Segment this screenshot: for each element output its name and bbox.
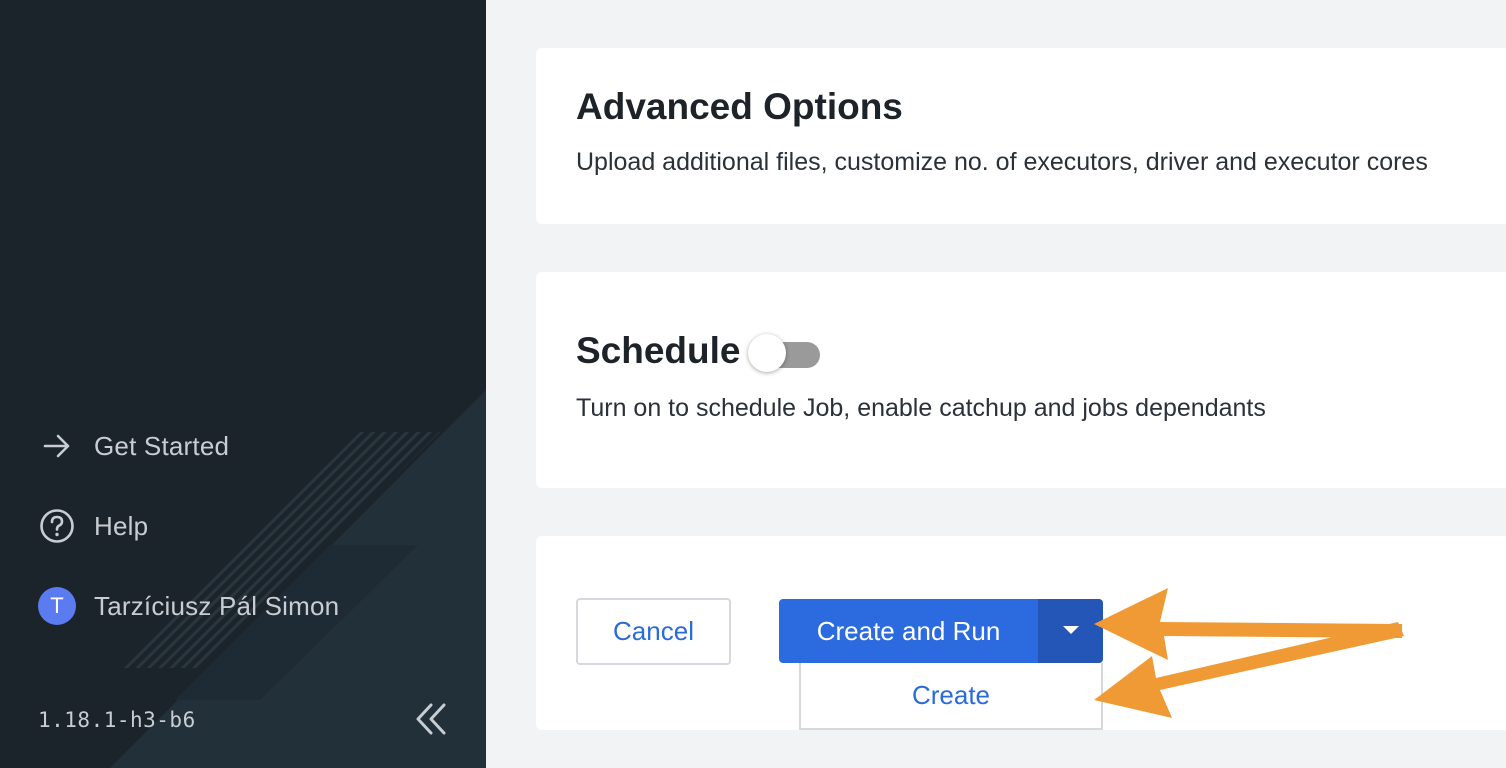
menu-item-create[interactable]: Create: [912, 680, 990, 711]
advanced-options-card[interactable]: Advanced Options Upload additional files…: [536, 48, 1506, 224]
sidebar: Get Started Help T Tarzíciusz Pál Simon …: [0, 0, 486, 768]
create-and-run-button[interactable]: Create and Run: [779, 599, 1038, 663]
collapse-sidebar-button[interactable]: [406, 696, 456, 746]
sidebar-item-label: Help: [94, 510, 149, 541]
schedule-description: Turn on to schedule Job, enable catchup …: [576, 394, 1266, 422]
create-split-button: Create and Run: [779, 599, 1103, 663]
sidebar-item-get-started[interactable]: Get Started: [38, 426, 229, 466]
toggle-knob: [748, 334, 786, 372]
schedule-toggle[interactable]: [748, 334, 822, 372]
help-circle-icon: [38, 507, 76, 545]
schedule-card: Schedule Turn on to schedule Job, enable…: [536, 272, 1506, 488]
sidebar-decoration: [110, 390, 486, 768]
actions-card: Cancel Create and Run Create: [536, 536, 1506, 730]
user-name: Tarzíciusz Pál Simon: [94, 590, 340, 621]
sidebar-item-label: Get Started: [94, 430, 230, 461]
advanced-options-title: Advanced Options: [576, 86, 903, 127]
create-options-menu: Create: [799, 663, 1103, 730]
create-options-toggle[interactable]: [1038, 599, 1103, 663]
arrow-right-icon: [38, 427, 76, 465]
cancel-button[interactable]: Cancel: [576, 598, 731, 665]
schedule-title: Schedule: [576, 330, 741, 371]
advanced-options-description: Upload additional files, customize no. o…: [576, 148, 1428, 176]
version-label: 1.18.1-h3-b6: [38, 708, 196, 732]
double-chevron-left-icon: [413, 701, 449, 742]
sidebar-item-help[interactable]: Help: [38, 506, 148, 546]
sidebar-item-user[interactable]: T Tarzíciusz Pál Simon: [38, 586, 339, 626]
avatar: T: [38, 587, 76, 625]
caret-down-icon: [1062, 622, 1080, 640]
main-content: Advanced Options Upload additional files…: [486, 0, 1506, 768]
